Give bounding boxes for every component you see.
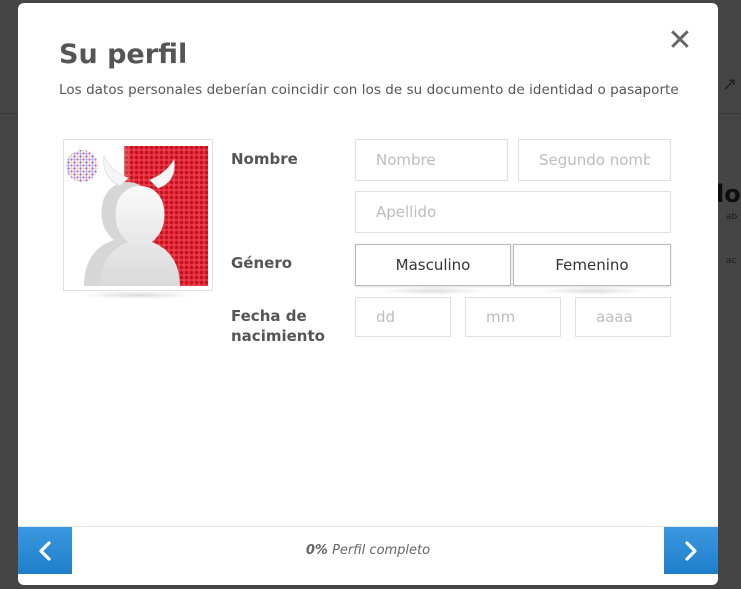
chevron-left-icon (39, 540, 51, 561)
progress-percent: 0% (305, 543, 328, 558)
name-label: Nombre (231, 150, 298, 168)
modal-footer: 0% Perfil completo (18, 526, 718, 574)
last-name-input[interactable] (355, 191, 671, 233)
avatar[interactable] (63, 139, 213, 291)
close-icon[interactable]: ✕ (666, 26, 694, 56)
chevron-right-icon (685, 540, 697, 561)
gender-female-button[interactable]: Femenino (513, 244, 671, 286)
button-shadow (378, 287, 488, 295)
first-name-input[interactable] (355, 139, 508, 181)
avatar-shadow (78, 291, 198, 299)
button-shadow (538, 287, 648, 295)
dob-month-input[interactable] (465, 297, 561, 337)
progress-indicator: 0% Perfil completo (72, 527, 664, 574)
dob-label-line1: Fecha de (231, 307, 307, 325)
modal-title: Su perfil (59, 39, 188, 70)
second-name-input[interactable] (518, 139, 671, 181)
dob-year-input[interactable] (575, 297, 671, 337)
modal-subtitle: Los datos personales deberían coincidir … (59, 82, 679, 98)
gender-label: Género (231, 254, 293, 272)
avatar-placeholder-icon (66, 146, 208, 286)
dob-label-line2: nacimiento (231, 327, 325, 345)
gender-male-button[interactable]: Masculino (355, 244, 511, 286)
dob-day-input[interactable] (355, 297, 451, 337)
prev-button[interactable] (18, 527, 72, 574)
profile-modal: ✕ Su perfil Los datos personales debería… (18, 3, 718, 585)
progress-label: Perfil completo (332, 543, 431, 558)
next-button[interactable] (664, 527, 718, 574)
